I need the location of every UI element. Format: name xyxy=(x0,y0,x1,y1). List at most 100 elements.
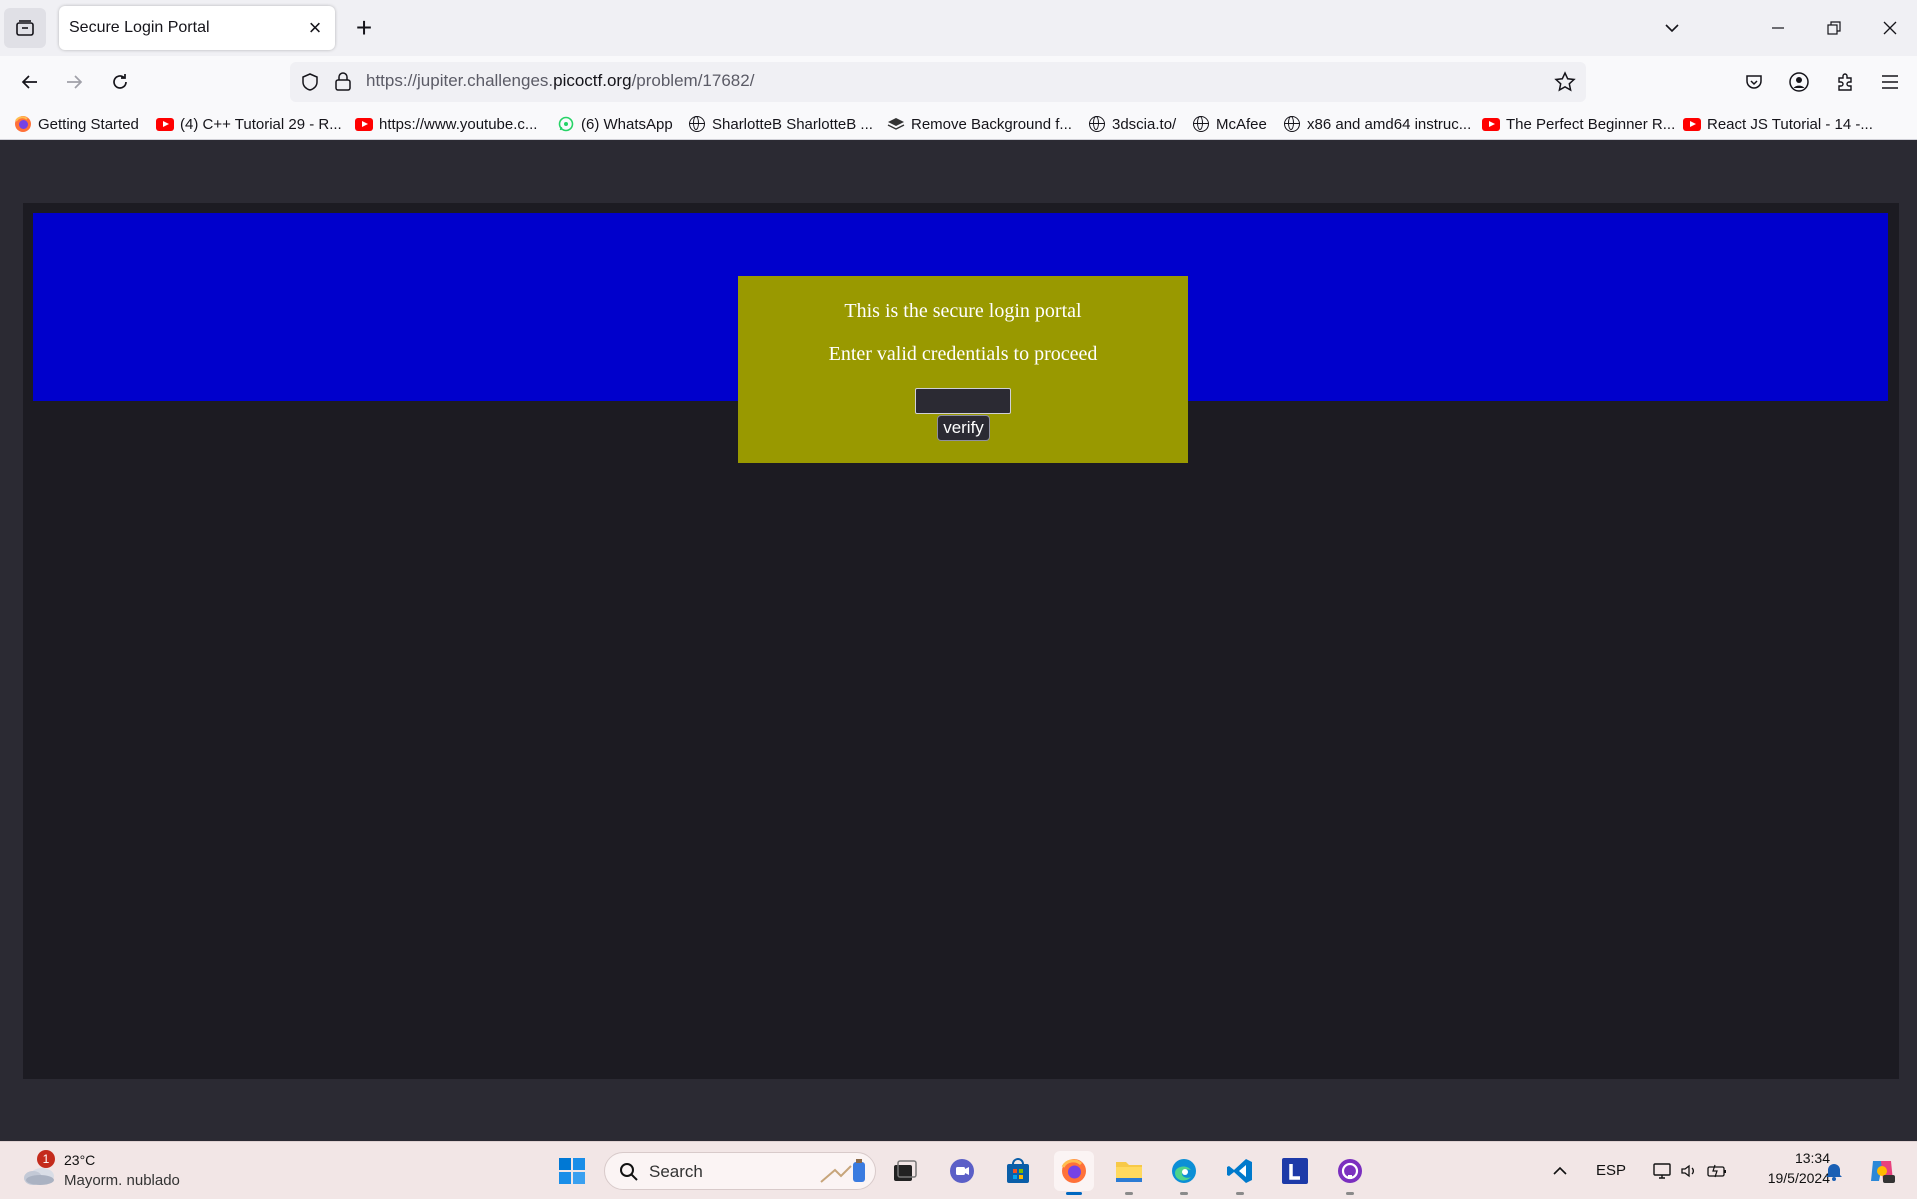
bookmark-label: x86 and amd64 instruc... xyxy=(1307,115,1472,133)
bookmark-item[interactable]: (4) C++ Tutorial 29 - R... xyxy=(156,112,342,136)
microsoft-store-button[interactable] xyxy=(998,1151,1038,1191)
bookmark-label: Getting Started xyxy=(38,115,139,133)
hamburger-menu-icon xyxy=(1882,75,1898,89)
url-bar[interactable]: https://jupiter.challenges.picoctf.org/p… xyxy=(290,62,1586,102)
volume-icon xyxy=(1681,1164,1694,1178)
bookmark-item[interactable]: McAfee xyxy=(1192,112,1267,136)
file-explorer-button[interactable] xyxy=(1109,1151,1149,1195)
bookmark-item[interactable]: x86 and amd64 instruc... xyxy=(1283,112,1471,136)
layers-icon xyxy=(887,115,905,133)
windows-logo-icon xyxy=(559,1158,585,1184)
task-view-icon xyxy=(894,1160,917,1181)
globe-icon xyxy=(688,115,706,133)
bookmark-label: https://www.youtube.c... xyxy=(379,115,538,133)
bookmark-label: The Perfect Beginner R... xyxy=(1506,115,1676,133)
bookmark-item[interactable]: SharlotteB SharlotteB ... xyxy=(688,112,873,136)
reload-button[interactable] xyxy=(102,64,138,100)
tab-close-icon[interactable]: × xyxy=(301,14,329,42)
youtube-icon xyxy=(355,115,373,133)
copilot-button[interactable] xyxy=(1862,1151,1902,1191)
tracking-shield-icon[interactable] xyxy=(300,72,320,92)
bookmark-label: (4) C++ Tutorial 29 - R... xyxy=(180,115,342,133)
bookmark-item[interactable]: 3dscia.to/ xyxy=(1088,112,1176,136)
running-indicator xyxy=(1236,1192,1244,1195)
firefox-taskbar-button[interactable] xyxy=(1054,1151,1094,1195)
tab-bar: Secure Login Portal × + xyxy=(0,0,1917,56)
login-box: This is the secure login portal Enter va… xyxy=(738,276,1188,463)
bookmark-item[interactable]: React JS Tutorial - 14 -... xyxy=(1683,112,1873,136)
bookmark-item[interactable]: https://www.youtube.c... xyxy=(355,112,537,136)
page-viewport: This is the secure login portal Enter va… xyxy=(0,141,1917,1141)
input-language[interactable]: ESP xyxy=(1596,1162,1626,1179)
vscode-icon xyxy=(1227,1159,1252,1183)
tab-title: Secure Login Portal xyxy=(69,19,210,36)
minimize-window-icon[interactable] xyxy=(1758,8,1798,48)
l-app-button[interactable] xyxy=(1275,1151,1315,1191)
notifications-button[interactable] xyxy=(1816,1151,1852,1191)
firefox-icon xyxy=(14,115,32,133)
extensions-button[interactable] xyxy=(1827,64,1863,100)
running-indicator xyxy=(1125,1192,1133,1195)
task-view-button[interactable] xyxy=(885,1151,925,1191)
search-highlight-icon xyxy=(820,1159,865,1183)
list-all-tabs-chevron-icon[interactable] xyxy=(1652,8,1692,48)
running-indicator xyxy=(1180,1192,1188,1195)
lock-icon[interactable] xyxy=(334,71,352,91)
bookmark-item[interactable]: Remove Background f... xyxy=(887,112,1072,136)
vscode-button[interactable] xyxy=(1220,1151,1260,1195)
back-arrow-icon xyxy=(21,75,37,89)
github-desktop-button[interactable] xyxy=(1330,1151,1370,1195)
challenge-frame: This is the secure login portal Enter va… xyxy=(23,203,1899,1079)
github-icon xyxy=(1338,1159,1362,1183)
edge-button[interactable] xyxy=(1164,1151,1204,1195)
url-text[interactable]: https://jupiter.challenges.picoctf.org/p… xyxy=(366,71,754,91)
youtube-icon xyxy=(1482,115,1500,133)
restore-window-icon[interactable] xyxy=(1814,8,1854,48)
close-window-icon[interactable] xyxy=(1870,8,1910,48)
bookmark-label: (6) WhatsApp xyxy=(581,115,673,133)
tab-list-button[interactable] xyxy=(4,8,46,48)
search-icon xyxy=(620,1163,638,1181)
bookmark-item[interactable]: The Perfect Beginner R... xyxy=(1482,112,1675,136)
chat-icon xyxy=(950,1159,974,1183)
teams-chat-button[interactable] xyxy=(942,1151,982,1191)
youtube-icon xyxy=(156,115,174,133)
login-heading: This is the secure login portal xyxy=(844,300,1082,322)
menu-button[interactable] xyxy=(1872,64,1908,100)
credentials-input[interactable] xyxy=(915,388,1011,414)
weather-widget[interactable]: 1 23°C Mayorm. nublado xyxy=(20,1150,190,1192)
bookmark-item[interactable]: (6) WhatsApp xyxy=(557,112,673,136)
account-button[interactable] xyxy=(1781,64,1817,100)
firefox-icon xyxy=(1061,1159,1086,1183)
bookmark-star-icon[interactable] xyxy=(1554,71,1576,93)
battery-icon xyxy=(1707,1164,1726,1178)
store-icon xyxy=(1007,1158,1029,1183)
forward-button[interactable] xyxy=(56,64,92,100)
pocket-button[interactable] xyxy=(1736,64,1772,100)
edge-icon xyxy=(1172,1159,1196,1183)
globe-icon xyxy=(1283,115,1301,133)
url-prefix: https://jupiter.challenges. xyxy=(366,71,554,90)
bookmark-label: 3dscia.to/ xyxy=(1112,115,1177,133)
taskbar-search-box[interactable]: Search xyxy=(604,1152,876,1190)
windows-taskbar: 1 23°C Mayorm. nublado Search ESP 13:34 … xyxy=(0,1141,1917,1199)
bookmark-item[interactable]: Getting Started xyxy=(14,112,139,136)
new-tab-button[interactable]: + xyxy=(348,12,380,44)
forward-arrow-icon xyxy=(67,75,83,89)
bookmark-label: React JS Tutorial - 14 -... xyxy=(1707,115,1873,133)
bookmark-label: McAfee xyxy=(1216,115,1267,133)
start-button[interactable] xyxy=(552,1151,592,1191)
bookmarks-toolbar: Getting Started (4) C++ Tutorial 29 - R.… xyxy=(0,108,1917,140)
tab-active[interactable]: Secure Login Portal × xyxy=(59,6,335,50)
letter-l-app-icon xyxy=(1282,1158,1308,1184)
weather-description: Mayorm. nublado xyxy=(64,1172,180,1189)
back-button[interactable] xyxy=(12,64,48,100)
folder-icon xyxy=(1116,1162,1142,1182)
quick-settings-button[interactable] xyxy=(1640,1151,1740,1191)
pocket-icon xyxy=(1746,75,1762,89)
show-hidden-icons-button[interactable] xyxy=(1542,1151,1578,1191)
search-label: Search xyxy=(649,1162,703,1181)
puzzle-icon xyxy=(1838,73,1852,91)
verify-button[interactable]: verify xyxy=(937,415,990,441)
navigation-toolbar: https://jupiter.challenges.picoctf.org/p… xyxy=(0,56,1917,108)
